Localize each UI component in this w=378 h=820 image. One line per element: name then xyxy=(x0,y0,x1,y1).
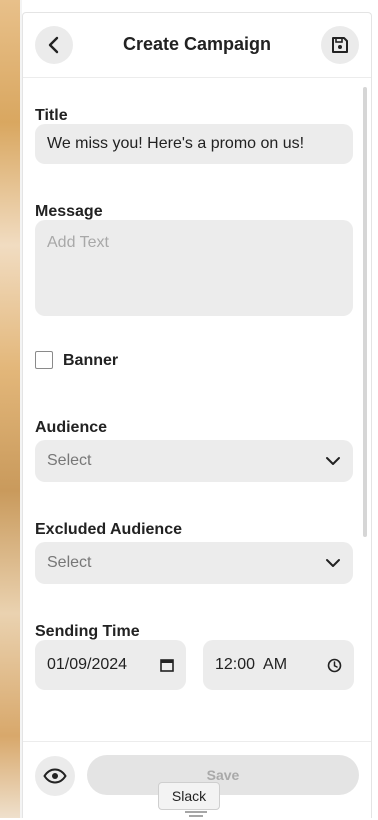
form-scroll-area[interactable]: Title We miss you! Here's a promo on us!… xyxy=(23,77,371,743)
time-input-value: 12:00 AM xyxy=(215,656,288,673)
scrollbar[interactable] xyxy=(363,87,367,537)
audience-label: Audience xyxy=(35,419,108,436)
eye-icon xyxy=(43,768,67,784)
audience-select-value: Select xyxy=(47,452,92,469)
chevron-down-icon xyxy=(326,457,340,465)
background-app-strip xyxy=(0,0,22,818)
clock-icon[interactable] xyxy=(327,658,342,673)
tooltip-pointer-icon xyxy=(185,811,207,817)
preview-button[interactable] xyxy=(35,756,75,796)
excluded-audience-select-value: Select xyxy=(47,554,92,571)
excluded-audience-label: Excluded Audience xyxy=(35,521,182,538)
chevron-down-icon xyxy=(326,559,340,567)
create-campaign-panel: Create Campaign Title We miss you! Here'… xyxy=(22,12,372,818)
banner-label: Banner xyxy=(63,352,119,369)
message-textarea[interactable]: Add Text xyxy=(35,220,353,316)
page-title: Create Campaign xyxy=(122,34,272,54)
save-draft-button[interactable] xyxy=(321,26,359,64)
title-input[interactable]: We miss you! Here's a promo on us! xyxy=(35,124,353,164)
calendar-icon[interactable] xyxy=(160,658,174,672)
save-button[interactable]: Save xyxy=(87,755,359,795)
time-input[interactable]: 12:00 AM xyxy=(203,640,354,690)
message-placeholder: Add Text xyxy=(47,234,109,251)
title-label: Title xyxy=(35,107,68,124)
audience-select[interactable]: Select xyxy=(35,440,353,482)
floppy-disk-icon xyxy=(332,37,348,53)
sending-time-label: Sending Time xyxy=(35,623,140,640)
date-input[interactable]: 01/09/2024 xyxy=(35,640,186,690)
slack-tooltip: Slack xyxy=(158,782,220,810)
date-input-value: 01/09/2024 xyxy=(47,656,128,673)
title-input-value: We miss you! Here's a promo on us! xyxy=(47,135,305,152)
banner-checkbox[interactable] xyxy=(35,351,53,369)
panel-header: Create Campaign xyxy=(23,13,371,78)
excluded-audience-select[interactable]: Select xyxy=(35,542,353,584)
message-label: Message xyxy=(35,203,103,220)
